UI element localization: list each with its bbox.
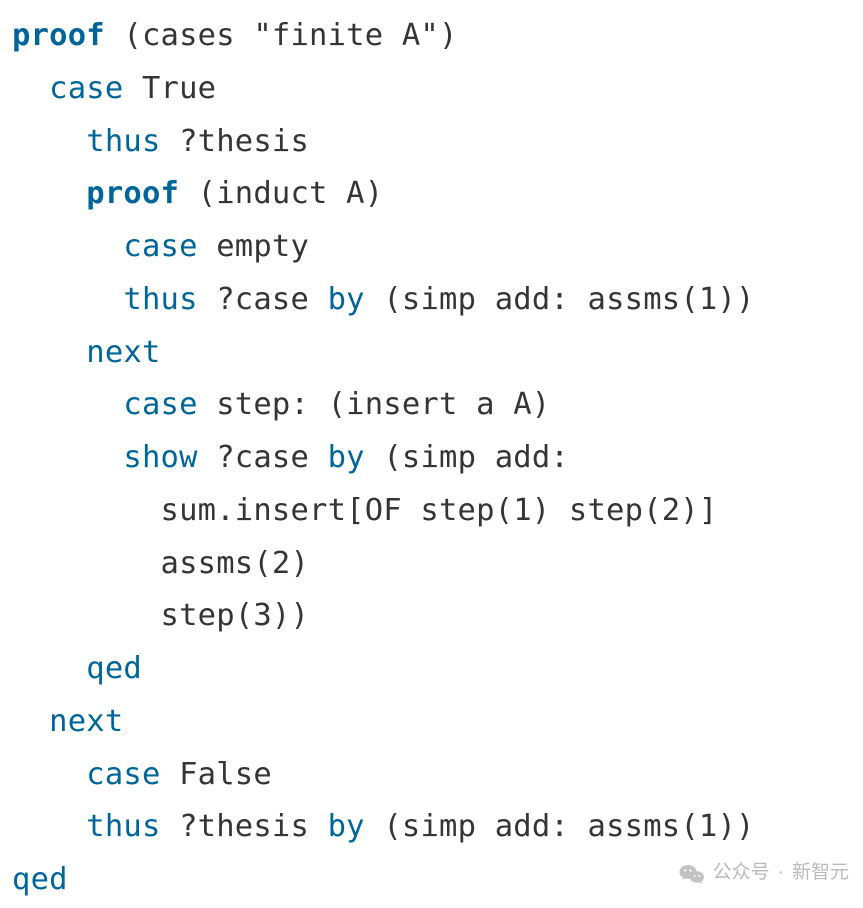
indent	[12, 440, 123, 475]
keyword: thus	[86, 809, 160, 844]
wechat-icon	[679, 863, 705, 885]
indent	[12, 546, 161, 581]
code-text: step: (insert a A)	[198, 387, 551, 422]
indent	[12, 282, 123, 317]
indent	[12, 493, 161, 528]
code-line: case step: (insert a A)	[12, 379, 851, 432]
code-line: proof (induct A)	[12, 168, 851, 221]
indent	[12, 809, 86, 844]
indent	[12, 704, 49, 739]
keyword: next	[49, 704, 123, 739]
indent	[12, 757, 86, 792]
keyword: by	[328, 440, 365, 475]
code-text: ?case	[198, 282, 328, 317]
keyword-bold: proof	[86, 176, 179, 211]
code-line: case True	[12, 63, 851, 116]
keyword: by	[328, 809, 365, 844]
code-line: show ?case by (simp add:	[12, 432, 851, 485]
code-line: step(3))	[12, 590, 851, 643]
keyword: thus	[123, 282, 197, 317]
code-line: case empty	[12, 221, 851, 274]
code-text: ?case	[198, 440, 328, 475]
indent	[12, 387, 123, 422]
code-line: next	[12, 696, 851, 749]
code-text: (simp add: assms(1))	[365, 282, 755, 317]
keyword-bold: proof	[12, 18, 105, 53]
watermark-name: 新智元	[792, 857, 849, 890]
keyword: qed	[86, 651, 142, 686]
code-text: sum.insert[OF step(1) step(2)]	[161, 493, 718, 528]
code-line: thus ?thesis by (simp add: assms(1))	[12, 801, 851, 854]
code-line: case False	[12, 749, 851, 802]
watermark-label: 公众号	[713, 857, 770, 890]
keyword: qed	[12, 862, 68, 897]
indent	[12, 176, 86, 211]
code-text: ?thesis	[161, 124, 310, 159]
code-text: ?thesis	[161, 809, 328, 844]
code-text: False	[161, 757, 272, 792]
keyword: case	[86, 757, 160, 792]
code-text: (simp add: assms(1))	[365, 809, 755, 844]
code-text: True	[123, 71, 216, 106]
keyword: by	[328, 282, 365, 317]
indent	[12, 651, 86, 686]
code-line: qed	[12, 643, 851, 696]
keyword: case	[123, 229, 197, 264]
code-line: next	[12, 327, 851, 380]
keyword: thus	[86, 124, 160, 159]
indent	[12, 124, 86, 159]
watermark-separator: ·	[778, 857, 784, 890]
code-text: (simp add:	[365, 440, 569, 475]
code-text: assms(2)	[161, 546, 310, 581]
code-line: proof (cases "finite A")	[12, 10, 851, 63]
keyword: case	[49, 71, 123, 106]
keyword: show	[123, 440, 197, 475]
code-text: (induct A)	[179, 176, 383, 211]
indent	[12, 229, 123, 264]
code-line: thus ?case by (simp add: assms(1))	[12, 274, 851, 327]
keyword: case	[123, 387, 197, 422]
code-text: step(3))	[161, 598, 310, 633]
indent	[12, 598, 161, 633]
code-line: thus ?thesis	[12, 116, 851, 169]
code-text: empty	[198, 229, 309, 264]
indent	[12, 71, 49, 106]
keyword: next	[86, 335, 160, 370]
code-line: assms(2)	[12, 538, 851, 591]
indent	[12, 335, 86, 370]
code-text: (cases "finite A")	[105, 18, 458, 53]
code-block: proof (cases "finite A") case True thus …	[0, 0, 863, 907]
code-line: sum.insert[OF step(1) step(2)]	[12, 485, 851, 538]
watermark: 公众号 · 新智元	[679, 857, 849, 890]
